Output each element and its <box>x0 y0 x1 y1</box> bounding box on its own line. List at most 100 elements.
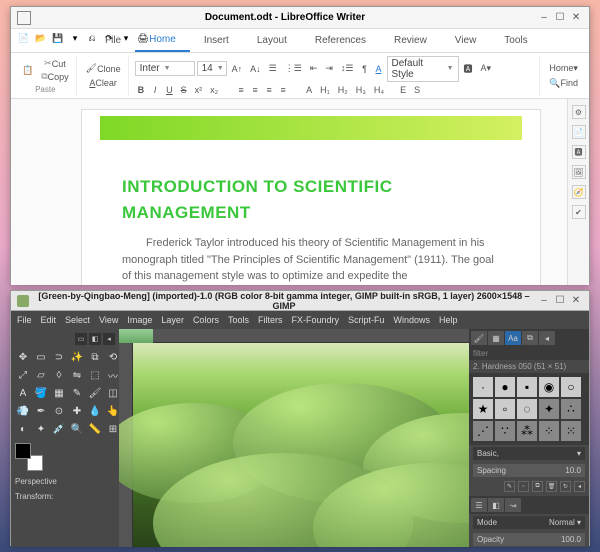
scale-icon[interactable]: ⤢ <box>15 367 31 383</box>
brush-8[interactable]: ◌ <box>517 399 537 419</box>
dk-dup-icon[interactable]: ⧉ <box>532 481 543 492</box>
redo-icon[interactable]: ↷ <box>102 31 116 45</box>
paste-icon[interactable]: 📋 <box>19 64 36 77</box>
crop-icon[interactable]: ⧉ <box>87 349 103 365</box>
menu-image[interactable]: Image <box>127 315 152 325</box>
fg-color[interactable] <box>15 443 31 459</box>
brush-12[interactable]: ∵ <box>495 421 515 441</box>
indent-icon[interactable]: ⇥ <box>322 62 336 75</box>
save-icon[interactable]: 💾 <box>51 31 65 45</box>
move-tool-icon[interactable]: ✥ <box>15 349 31 365</box>
h3-style[interactable]: H₂ <box>335 84 351 96</box>
cage-icon[interactable]: ⬚ <box>87 367 103 383</box>
dock-brushes-tab[interactable]: 🖌 <box>471 331 487 345</box>
h2-style[interactable]: H₁ <box>317 84 333 96</box>
underline-button[interactable]: U <box>163 84 176 96</box>
new-icon[interactable]: 📄 <box>17 31 31 45</box>
menu-layer[interactable]: Layer <box>161 315 184 325</box>
spacing-slider[interactable]: Spacing10.0 <box>473 464 585 477</box>
lasso-icon[interactable]: ⊃ <box>51 349 67 365</box>
wand-icon[interactable]: ✨ <box>69 349 85 365</box>
close-button[interactable]: ✕ <box>569 11 583 25</box>
h4-style[interactable]: H₃ <box>353 84 369 96</box>
bold-button[interactable]: B <box>135 84 148 96</box>
para-style-select[interactable]: Default Style▼ <box>387 56 459 82</box>
menu-select[interactable]: Select <box>65 315 90 325</box>
menu-windows[interactable]: Windows <box>394 315 431 325</box>
strong-style[interactable]: S <box>411 84 423 96</box>
font-size-select[interactable]: 14▼ <box>197 61 227 76</box>
style-dd-icon[interactable]: A▾ <box>478 62 495 75</box>
save-dd-icon[interactable]: ▾ <box>68 31 82 45</box>
brush-icon[interactable]: 🖌 <box>87 385 103 401</box>
line-spacing-icon[interactable]: ↕☰ <box>338 62 357 75</box>
menu-filters[interactable]: Filters <box>258 315 283 325</box>
menu-fxfoundry[interactable]: FX-Foundry <box>291 315 339 325</box>
picker-icon[interactable]: 💉 <box>51 421 67 437</box>
menu-file[interactable]: File <box>17 315 32 325</box>
document-area[interactable]: INTRODUCTION TO SCIENTIFIC MANAGEMENT Fr… <box>11 99 589 285</box>
menu-help[interactable]: Help <box>439 315 458 325</box>
dk-edit-icon[interactable]: ✎ <box>504 481 515 492</box>
brush-14[interactable]: ⁘ <box>539 421 559 441</box>
h1-style[interactable]: A <box>303 84 315 96</box>
maximize-button[interactable]: ☐ <box>553 11 567 25</box>
document-text[interactable]: INTRODUCTION TO SCIENTIFIC MANAGEMENT Fr… <box>82 146 540 285</box>
find-button[interactable]: 🔍 Find <box>546 77 581 90</box>
ink-icon[interactable]: ✒ <box>33 403 49 419</box>
grow-font-icon[interactable]: A↑ <box>229 63 246 75</box>
brush-3[interactable]: ▪ <box>517 377 537 397</box>
outdent-icon[interactable]: ⇤ <box>307 62 321 75</box>
tab-view[interactable]: View <box>441 30 491 51</box>
menu-scriptfu[interactable]: Script-Fu <box>348 315 385 325</box>
print-icon[interactable]: 🖨 <box>136 31 150 45</box>
dodge-icon[interactable]: ◐ <box>15 421 31 437</box>
align-right-icon[interactable]: ≡ <box>263 84 275 96</box>
brush-2[interactable]: ● <box>495 377 515 397</box>
font-color-icon[interactable]: A <box>372 63 384 75</box>
brush-6[interactable]: ★ <box>473 399 493 419</box>
tab-insert[interactable]: Insert <box>190 30 243 51</box>
dk-menu2-icon[interactable]: ◂ <box>574 481 585 492</box>
dock-channels-tab[interactable]: ◧ <box>488 498 504 512</box>
airbrush-icon[interactable]: 💨 <box>15 403 31 419</box>
dk-del-icon[interactable]: 🗑 <box>546 481 557 492</box>
tab-tools[interactable]: Tools <box>490 30 541 51</box>
menu-edit[interactable]: Edit <box>41 315 57 325</box>
sb-check-icon[interactable]: ✔ <box>572 205 586 219</box>
dock-layers-tab[interactable]: ☰ <box>471 498 487 512</box>
sb-nav-icon[interactable]: 🧭 <box>572 185 586 199</box>
path-icon[interactable]: ✦ <box>33 421 49 437</box>
preset-select[interactable]: Basic,▾ <box>473 447 585 460</box>
fg-bg-swatch[interactable] <box>15 443 43 471</box>
undo-icon[interactable]: ⎌ <box>85 31 99 45</box>
bullet-list-icon[interactable]: ☰ <box>266 62 280 75</box>
menu-tools[interactable]: Tools <box>228 315 249 325</box>
image-thumb[interactable] <box>119 329 153 343</box>
superscript-button[interactable]: x² <box>192 84 206 96</box>
clear-button[interactable]: A Clear <box>86 77 120 89</box>
clone-icon[interactable]: ⊙ <box>51 403 67 419</box>
sb-gallery-icon[interactable]: 🖼 <box>572 165 586 179</box>
brush-5[interactable]: ○ <box>561 377 581 397</box>
blur-icon[interactable]: 💧 <box>87 403 103 419</box>
brush-11[interactable]: ⋰ <box>473 421 493 441</box>
clone-button[interactable]: 🖌 Clone <box>83 62 124 75</box>
canvas-area[interactable] <box>119 329 469 547</box>
italic-button[interactable]: I <box>149 84 161 96</box>
brush-10[interactable]: ∴ <box>561 399 581 419</box>
shrink-font-icon[interactable]: A↓ <box>247 63 264 75</box>
menu-colors[interactable]: Colors <box>193 315 219 325</box>
emphasis-style[interactable]: E <box>397 84 409 96</box>
brush-1[interactable]: · <box>473 377 493 397</box>
dock-fonts-tab[interactable]: Aa <box>505 331 521 345</box>
brush-13[interactable]: ⁂ <box>517 421 537 441</box>
brush-9[interactable]: ✦ <box>539 399 559 419</box>
measure-icon[interactable]: 📏 <box>87 421 103 437</box>
writer-titlebar[interactable]: Document.odt - LibreOffice Writer – ☐ ✕ <box>11 7 589 29</box>
tb-tab2-icon[interactable]: ◧ <box>89 333 101 345</box>
align-center-icon[interactable]: ≡ <box>249 84 261 96</box>
side-home-button[interactable]: Home ▾ <box>546 62 581 75</box>
tb-menu-icon[interactable]: ◂ <box>103 333 115 345</box>
dock-menu-icon[interactable]: ◂ <box>539 331 555 345</box>
